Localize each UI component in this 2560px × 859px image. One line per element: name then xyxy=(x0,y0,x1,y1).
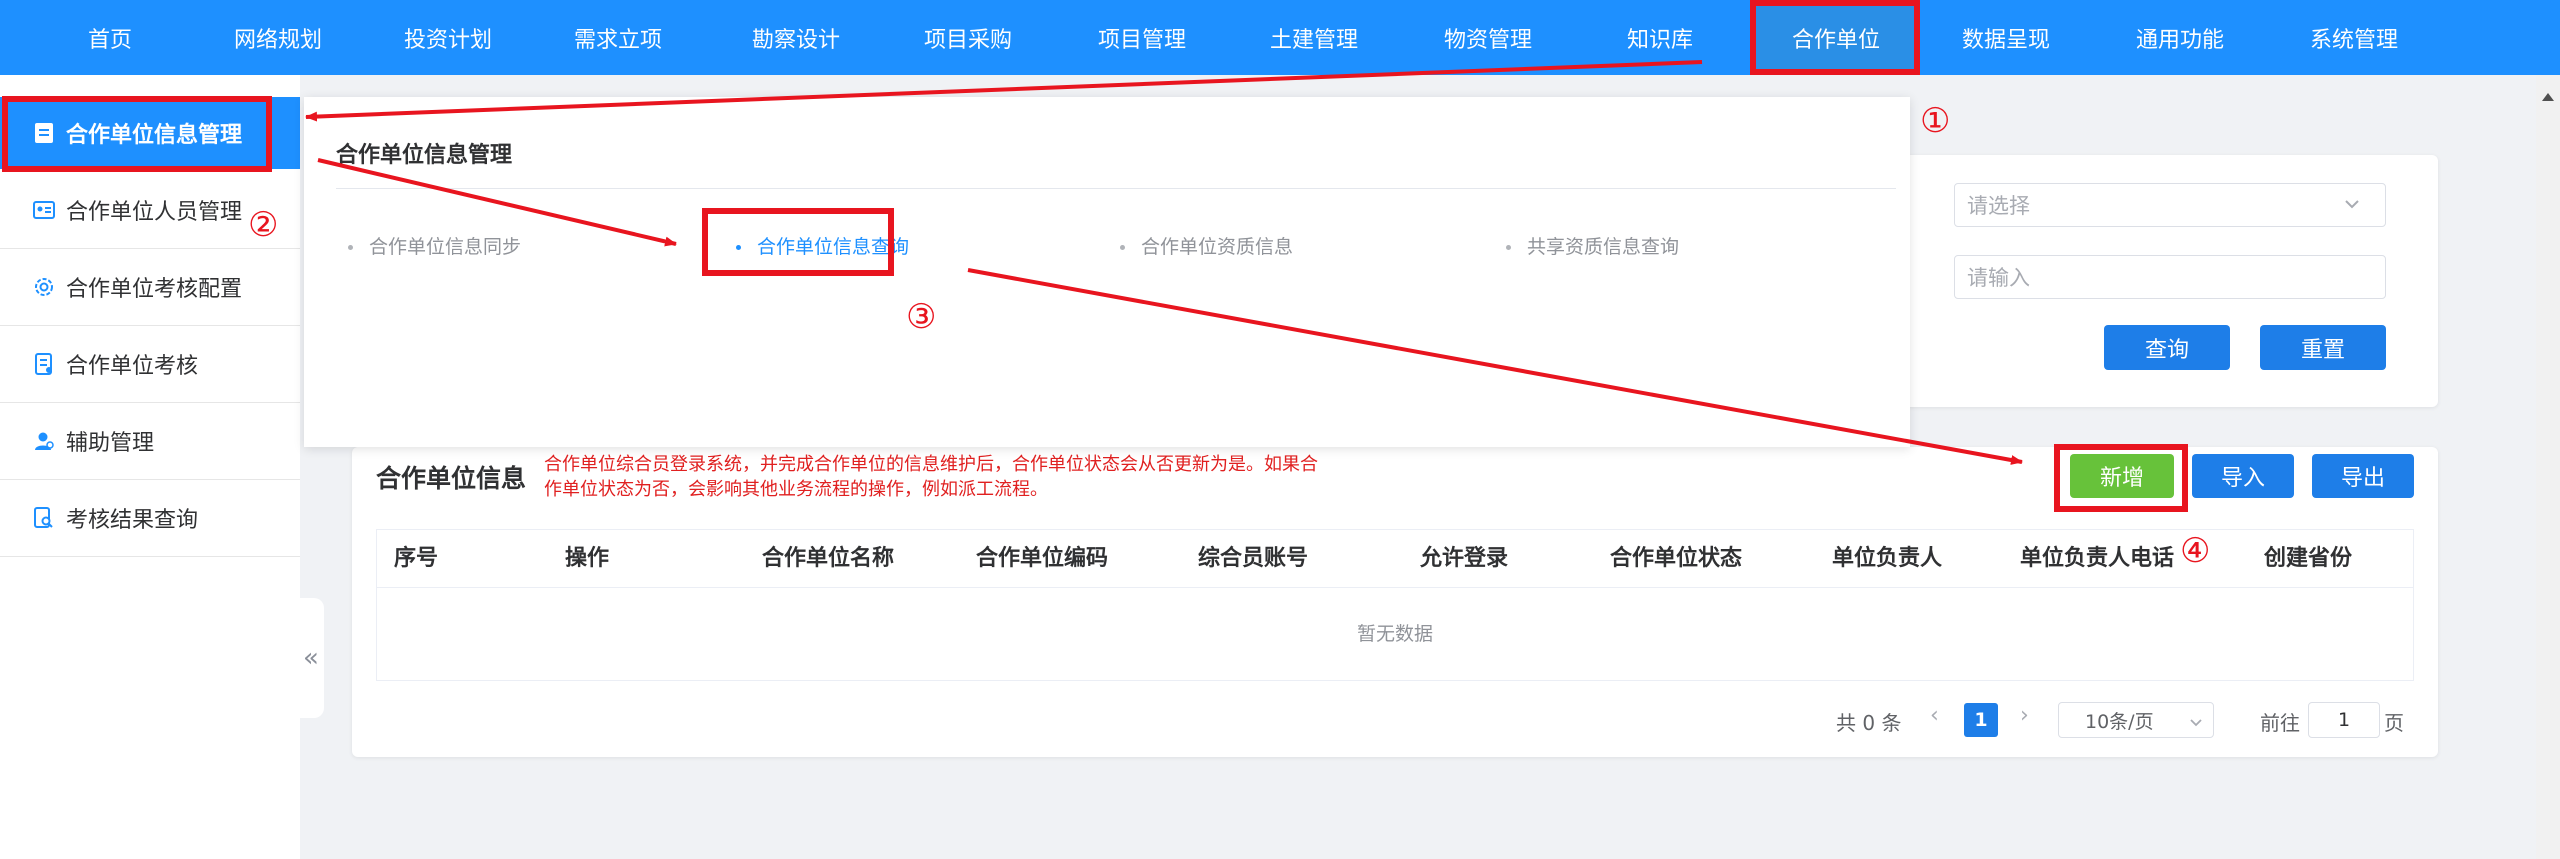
checklist-icon xyxy=(32,352,56,376)
table-header-row: 序号 操作 合作单位名称 合作单位编码 综合员账号 允许登录 合作单位状态 单位… xyxy=(377,530,2413,588)
menu-section-title: 合作单位信息管理 xyxy=(336,143,513,168)
empty-table-message: 暂无数据 xyxy=(1356,623,1433,645)
search-document-icon xyxy=(32,506,56,530)
nav-item-knowledge-base[interactable]: 知识库 xyxy=(1580,0,1740,75)
goto-label: 前往 xyxy=(2260,711,2300,735)
sidebar-item-assessment-result-query[interactable]: 考核结果查询 xyxy=(0,480,300,557)
prev-page-button[interactable]: ‹ xyxy=(1930,703,1939,728)
sidebar-item-assessment-config[interactable]: 合作单位考核配置 xyxy=(0,249,300,326)
nav-item-network-planning[interactable]: 网络规划 xyxy=(198,0,358,75)
nav-item-survey-design[interactable]: 勘察设计 xyxy=(716,0,876,75)
menu-link-label: 合作单位信息查询 xyxy=(757,236,910,258)
menu-link-partner-qualification[interactable]: 合作单位资质信息 xyxy=(1120,232,1293,259)
gear-icon xyxy=(32,275,56,299)
vertical-scrollbar[interactable] xyxy=(2536,75,2560,859)
column-header: 允许登录 xyxy=(1420,546,1509,571)
sidebar-item-label: 合作单位考核 xyxy=(66,354,199,379)
sidebar-item-label: 合作单位考核配置 xyxy=(66,277,243,302)
reset-button[interactable]: 重置 xyxy=(2260,325,2386,370)
partner-info-table-panel: 合作单位信息 合作单位综合员登录系统，并完成合作单位的信息维护后，合作单位状态会… xyxy=(352,447,2438,757)
sidebar-item-label: 合作单位信息管理 xyxy=(66,123,243,148)
sidebar-item-label: 合作单位人员管理 xyxy=(66,200,243,225)
pagination-total: 共 0 条 xyxy=(1836,711,1902,735)
nav-item-investment-plan[interactable]: 投资计划 xyxy=(368,0,528,75)
annotation-step-2: ② xyxy=(248,205,279,245)
add-button[interactable]: 新增 xyxy=(2070,454,2174,498)
menu-link-partner-sync[interactable]: 合作单位信息同步 xyxy=(348,232,521,259)
bullet-icon xyxy=(1506,245,1511,250)
sidebar-item-partner-info-management[interactable]: 合作单位信息管理 xyxy=(0,97,300,169)
sidebar-item-partner-assessment[interactable]: 合作单位考核 xyxy=(0,326,300,403)
column-header: 合作单位编码 xyxy=(976,546,1109,571)
search-panel: : 请选择 : 请输入 查询 重置 xyxy=(1904,155,2438,407)
sidebar-item-label: 辅助管理 xyxy=(66,431,155,456)
menu-link-label: 合作单位资质信息 xyxy=(1141,236,1294,258)
keyword-input[interactable]: 请输入 xyxy=(1954,255,2386,299)
input-placeholder: 请输入 xyxy=(1967,266,2030,290)
partner-info-table: 序号 操作 合作单位名称 合作单位编码 综合员账号 允许登录 合作单位状态 单位… xyxy=(376,529,2414,681)
menu-link-partner-query[interactable]: 合作单位信息查询 xyxy=(736,232,909,259)
column-header: 创建省份 xyxy=(2264,546,2353,571)
column-header: 合作单位名称 xyxy=(762,546,895,571)
column-header: 序号 xyxy=(394,546,439,571)
scroll-up-arrow-icon[interactable] xyxy=(2542,93,2554,101)
page-size-select[interactable]: 10条/页 xyxy=(2058,702,2214,738)
id-card-icon xyxy=(32,198,56,222)
nav-item-system-management[interactable]: 系统管理 xyxy=(2274,0,2434,75)
annotation-step-3: ③ xyxy=(906,297,937,337)
page-suffix: 页 xyxy=(2384,711,2404,735)
nav-item-common-functions[interactable]: 通用功能 xyxy=(2100,0,2260,75)
chevron-down-icon xyxy=(2190,719,2202,727)
menu-link-label: 共享资质信息查询 xyxy=(1527,236,1680,258)
column-header: 单位负责人电话 xyxy=(2020,546,2175,571)
bullet-icon xyxy=(348,245,353,250)
sidebar: 合作单位信息管理 合作单位人员管理 合作单位考核配置 合作单位考核 辅助管理 考… xyxy=(0,75,300,859)
import-button[interactable]: 导入 xyxy=(2192,454,2294,498)
nav-item-demand-approval[interactable]: 需求立项 xyxy=(538,0,698,75)
nav-item-project-procurement[interactable]: 项目采购 xyxy=(888,0,1048,75)
goto-page-input[interactable]: 1 xyxy=(2308,702,2380,738)
nav-item-partner-units[interactable]: 合作单位 xyxy=(1756,0,1916,75)
menu-divider xyxy=(336,188,1896,189)
export-button[interactable]: 导出 xyxy=(2312,454,2414,498)
top-navigation: 首页 网络规划 投资计划 需求立项 勘察设计 项目采购 项目管理 土建管理 物资… xyxy=(0,0,2560,75)
status-select[interactable]: 请选择 xyxy=(1954,183,2386,227)
nav-item-data-presentation[interactable]: 数据呈现 xyxy=(1926,0,2086,75)
sidebar-collapse-toggle[interactable]: « xyxy=(298,598,324,718)
menu-link-label: 合作单位信息同步 xyxy=(369,236,522,258)
select-placeholder: 请选择 xyxy=(1967,194,2030,218)
table-card-note: 合作单位综合员登录系统，并完成合作单位的信息维护后，合作单位状态会从否更新为是。… xyxy=(544,454,1318,500)
annotation-step-4: ④ xyxy=(2180,531,2211,571)
column-header: 合作单位状态 xyxy=(1610,546,1743,571)
nav-item-material-management[interactable]: 物资管理 xyxy=(1408,0,1568,75)
annotation-step-1: ① xyxy=(1920,101,1951,141)
user-icon xyxy=(32,429,56,453)
nav-item-project-management[interactable]: 项目管理 xyxy=(1062,0,1222,75)
menu-link-shared-qualification-query[interactable]: 共享资质信息查询 xyxy=(1506,232,1679,259)
next-page-button[interactable]: › xyxy=(2020,703,2029,728)
nav-item-civil-management[interactable]: 土建管理 xyxy=(1234,0,1394,75)
current-page-number[interactable]: 1 xyxy=(1964,703,1998,737)
document-icon xyxy=(32,121,56,145)
column-header: 操作 xyxy=(565,546,610,571)
bullet-icon xyxy=(736,245,741,250)
chevron-down-icon xyxy=(2343,194,2361,218)
nav-item-home[interactable]: 首页 xyxy=(30,0,190,75)
sidebar-item-label: 考核结果查询 xyxy=(66,508,199,533)
table-card-title: 合作单位信息 xyxy=(376,464,527,493)
column-header: 综合员账号 xyxy=(1198,546,1309,571)
page-size-value: 10条/页 xyxy=(2085,710,2154,733)
query-button[interactable]: 查询 xyxy=(2104,325,2230,370)
partner-dropdown-menu: 合作单位信息管理 合作单位信息同步 合作单位信息查询 合作单位资质信息 共享资质… xyxy=(304,97,1910,447)
bullet-icon xyxy=(1120,245,1125,250)
column-header: 单位负责人 xyxy=(1832,546,1943,571)
sidebar-item-auxiliary-management[interactable]: 辅助管理 xyxy=(0,403,300,480)
